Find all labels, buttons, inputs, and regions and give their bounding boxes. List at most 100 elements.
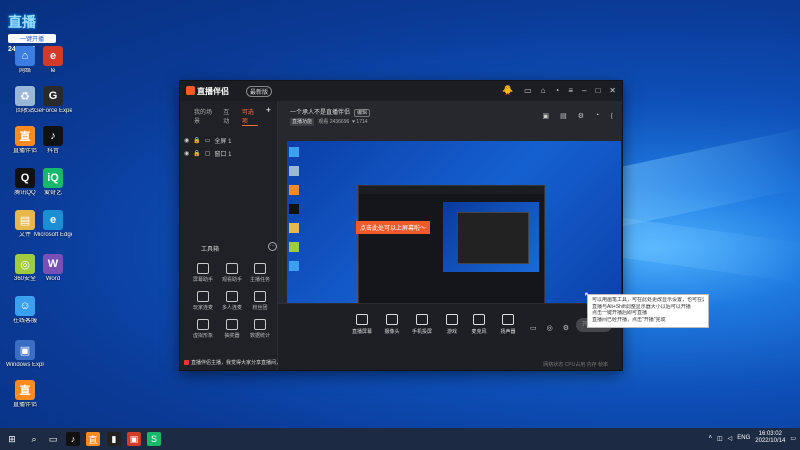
scene-label: 窗口 1 — [214, 152, 232, 158]
desktop-icon[interactable]: ☺ 在线客服 — [6, 296, 44, 325]
edit-title-button[interactable]: 编辑 — [354, 109, 371, 117]
app-icon: 直 — [15, 380, 35, 400]
tab-interact[interactable]: 互动 — [223, 107, 234, 126]
preview-desktop-icons — [289, 143, 307, 323]
eye-icon[interactable]: ◉ — [184, 150, 189, 157]
toolbox-item[interactable]: 屏幕助手 — [189, 263, 217, 283]
taskbar-app-icon[interactable]: ♪ — [66, 432, 80, 446]
desktop-icon[interactable]: e Ie — [34, 46, 72, 75]
scene-item[interactable]: ◉ 🔒 ▭ 全屏 1 — [180, 132, 277, 145]
category-tag[interactable]: 直播功能 — [290, 118, 315, 126]
monitor-icon: ▭ — [204, 138, 211, 144]
banner-logo: 直播 — [8, 14, 36, 30]
desktop-icon-label: 直播伴侣 — [12, 402, 37, 408]
scene-item[interactable]: ◉ 🔒 ▢ 窗口 1 — [180, 145, 277, 158]
tool-icon — [226, 291, 238, 302]
image-icon[interactable]: ▤ — [560, 112, 567, 120]
bell-icon[interactable]: ◔ — [554, 86, 559, 95]
gift-box-icon[interactable]: ▣ — [543, 112, 550, 120]
lock-icon[interactable]: 🔒 — [193, 137, 200, 144]
version-badge[interactable]: 最新版 — [246, 86, 273, 97]
control-button[interactable]: 摄像头 — [378, 314, 406, 335]
toolbox-item[interactable]: 虚拟形象 — [189, 319, 217, 339]
title-bar[interactable]: 直播伴侣 最新版 🐥 ▭ ⌂ ◔ ≡ – □ ✕ — [180, 81, 622, 101]
live-companion-window[interactable]: 直播伴侣 最新版 🐥 ▭ ⌂ ◔ ≡ – □ ✕ 我的场景 互动 可选项 + ◉… — [179, 80, 623, 371]
nested-titlebar — [359, 186, 544, 194]
control-button[interactable]: 直播屏幕 — [348, 314, 376, 335]
control-bar: 直播屏幕摄像头手机投屏游戏麦克风扬声器 ▭ ◎ ⚙ 开始直播 网络状态 CPU占… — [278, 303, 622, 370]
menu-icon[interactable]: ≡ — [568, 86, 573, 95]
tool-icon — [226, 319, 238, 330]
toolbox-item[interactable]: 多人连麦 — [218, 291, 246, 311]
volume-icon[interactable]: ◁ — [728, 435, 733, 442]
notification-icon[interactable]: ▭ — [790, 435, 796, 442]
toolbox-item[interactable]: 观看助手 — [218, 263, 246, 283]
maximize-icon[interactable]: □ — [595, 86, 600, 95]
desktop-icon[interactable]: W Word — [34, 254, 72, 283]
control-icon — [446, 314, 458, 325]
eye-icon[interactable]: ◉ — [184, 137, 189, 144]
control-button[interactable]: 麦克风 — [465, 314, 493, 335]
notify-icon[interactable]: ◔ — [595, 112, 599, 120]
app-icon: ▣ — [15, 340, 35, 360]
control-button[interactable]: 游戏 — [438, 314, 466, 335]
settings-gear-icon[interactable]: ⚙ — [563, 324, 569, 332]
taskbar-app-icon[interactable]: ▣ — [127, 432, 141, 446]
taskbar-app-icon[interactable]: 直 — [86, 432, 100, 446]
preview-tools: ▣ ▤ ⚙ ◔ ⟨ — [543, 112, 614, 120]
shop-icon[interactable]: ⌂ — [541, 86, 546, 95]
nested-app-thumb — [457, 212, 529, 264]
mascot-icon[interactable]: 🐥 — [502, 85, 513, 96]
stream-title: 一个承人不是直播伴侣 — [290, 110, 351, 116]
tool-label: 抽奖器 — [224, 333, 240, 339]
minimize-icon[interactable]: – — [582, 86, 586, 95]
clock-date: 2022/10/14 — [755, 438, 786, 444]
search-icon[interactable]: ⌕ — [27, 432, 41, 446]
toolbox-item[interactable]: 数据统计 — [246, 319, 274, 339]
close-icon[interactable]: ✕ — [609, 86, 616, 95]
tab-my-scenes[interactable]: 我的场景 — [194, 107, 215, 126]
desktop-icon-label: Word — [45, 276, 61, 282]
desktop-icon-label: Ie — [50, 68, 56, 74]
tool-label: 观看助手 — [221, 277, 242, 283]
tab-options[interactable]: 可选项 — [241, 107, 258, 126]
like-icon: ♥ — [352, 119, 356, 125]
stream-preview[interactable]: 点击此处可以上屏幕啦～ — [287, 141, 621, 329]
desktop-icon[interactable]: G GeForce Experience — [34, 86, 72, 115]
toolbox-item[interactable]: 抽奖器 — [218, 319, 246, 339]
chevron-up-icon[interactable]: ˄ — [708, 435, 712, 441]
app-icon: ⌂ — [15, 46, 35, 66]
task-view-icon[interactable]: ▭ — [46, 432, 60, 446]
toolbox-item[interactable]: 主播任务 — [246, 263, 274, 283]
effect-icon[interactable]: ◎ — [547, 324, 553, 332]
control-button[interactable]: 扬声器 — [494, 314, 522, 335]
network-icon[interactable]: ◫ — [717, 435, 723, 442]
preview-hint-banner[interactable]: 点击此处可以上屏幕啦～ — [356, 221, 431, 234]
desktop-banner: 直播 一键开播 2436696 — [8, 12, 56, 53]
add-scene-icon[interactable]: + — [266, 106, 271, 126]
control-button[interactable]: 手机投屏 — [408, 314, 436, 335]
desktop-icon[interactable]: 直直播伴侣 — [6, 380, 44, 409]
control-icon — [416, 314, 428, 325]
more-tools-icon[interactable]: ⋯ — [268, 242, 277, 251]
clock[interactable]: 16:03:02 2022/10/14 — [755, 431, 785, 445]
desktop-icon-label: GeForce Experience — [34, 108, 72, 114]
app-icon: ♪ — [43, 126, 63, 146]
tool-icon — [197, 263, 209, 274]
settings-icon[interactable]: ⚙ — [578, 112, 584, 120]
desktop-icon[interactable]: ♪ 抖音 — [34, 126, 72, 155]
taskbar-app-icon[interactable]: ▮ — [107, 432, 121, 446]
language-indicator[interactable]: ENG — [737, 435, 750, 441]
gift-icon[interactable]: ▭ — [524, 86, 532, 95]
toolbox-item[interactable]: 玩家连麦 — [189, 291, 217, 311]
desktop-icon[interactable]: e Microsoft Edge — [34, 210, 72, 239]
toolbox-item[interactable]: 粉丝团 — [246, 291, 274, 311]
start-button-icon[interactable]: ⊞ — [5, 432, 19, 446]
app-icon: e — [43, 210, 63, 230]
taskbar-app-icon[interactable]: S — [147, 432, 161, 446]
share-icon[interactable]: ⟨ — [610, 112, 613, 120]
lock-icon[interactable]: 🔒 — [193, 150, 200, 157]
desktop-icon[interactable]: ▣ Windows Explorer — [6, 340, 44, 369]
desktop-icon[interactable]: iQ 爱奇艺 — [34, 168, 72, 197]
camera-icon[interactable]: ▭ — [530, 324, 537, 332]
